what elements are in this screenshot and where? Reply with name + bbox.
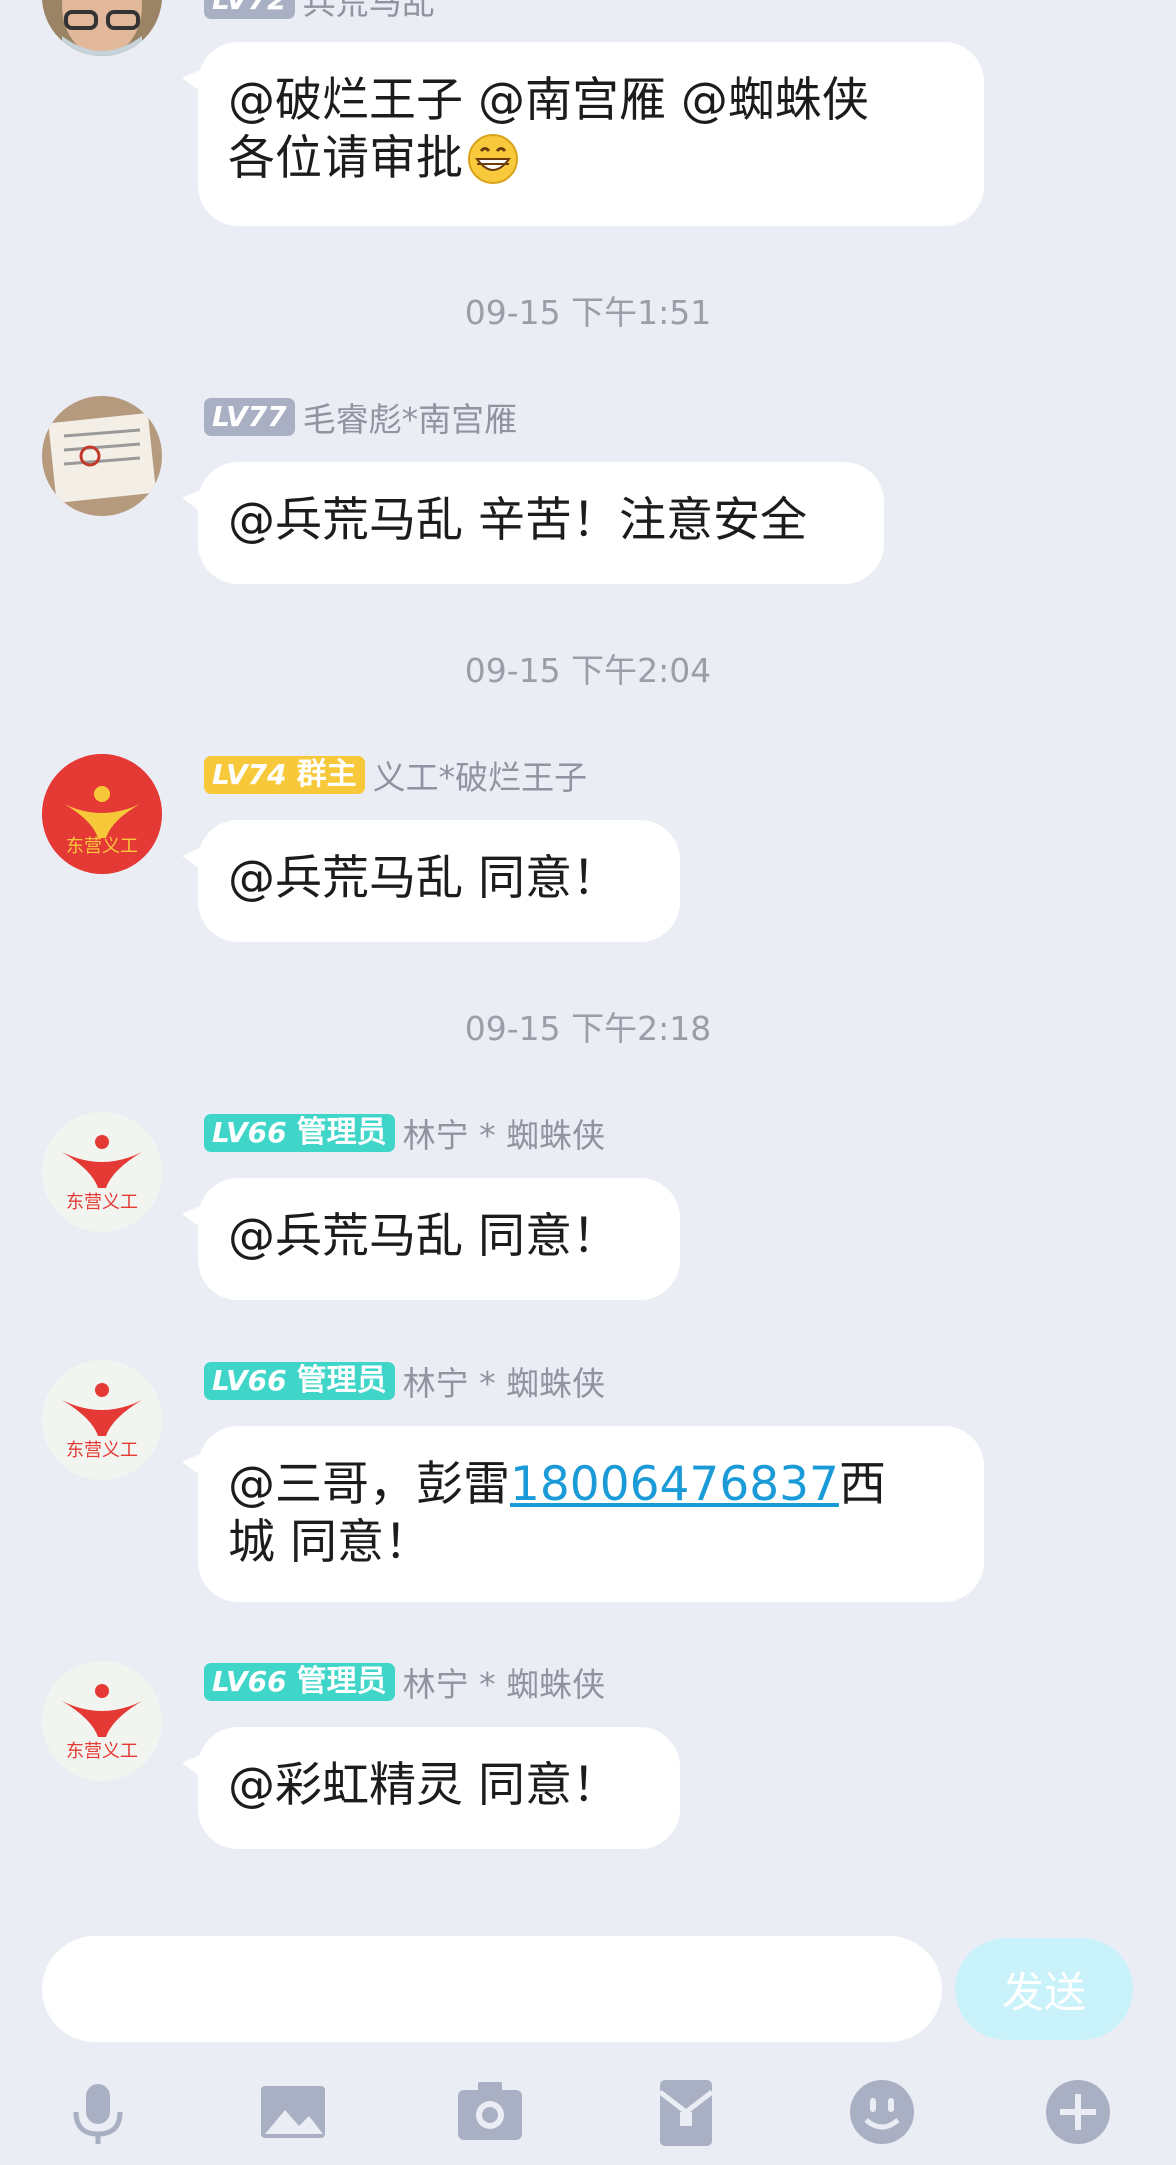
level-text: LV66 <box>212 1116 287 1149</box>
camera-icon[interactable] <box>450 2072 530 2152</box>
level-badge: LV77 <box>204 398 295 436</box>
sender-name[interactable]: 林宁 * 蜘蛛侠 <box>403 1658 605 1706</box>
message-meta: LV66 管理员 林宁 * 蜘蛛侠 <box>204 1359 605 1403</box>
message-bubble[interactable]: @破烂王子 @南宫雁 @蜘蛛侠 各位请审批 <box>182 42 984 226</box>
emoji-icon[interactable] <box>842 2072 922 2152</box>
level-badge: LV66 管理员 <box>204 1362 395 1400</box>
plus-icon[interactable] <box>1038 2072 1118 2152</box>
timestamp: 09-15 下午1:51 <box>464 293 712 332</box>
grinning-face-icon <box>467 133 519 185</box>
send-button[interactable]: 发送 <box>955 1938 1133 2040</box>
sender-name[interactable]: 林宁 * 蜘蛛侠 <box>403 1357 605 1405</box>
level-badge: LV66 管理员 <box>204 1114 395 1152</box>
avatar-nangongyan[interactable] <box>42 396 162 516</box>
level-badge: LV74 群主 <box>204 756 365 794</box>
avatar-logo-text: 东营义工 <box>66 836 138 857</box>
avatar-zhizhuxia[interactable]: 东营义工 <box>42 1661 162 1781</box>
level-badge: LV72 <box>204 0 295 19</box>
message-meta: LV74 群主 义工*破烂王子 <box>204 753 587 797</box>
message-meta: LV66 管理员 林宁 * 蜘蛛侠 <box>204 1660 605 1704</box>
message-text: @兵荒马乱 辛苦！注意安全 <box>228 493 807 548</box>
message-input[interactable] <box>42 1936 942 2042</box>
level-text: LV66 <box>212 1364 287 1397</box>
timestamp: 09-15 下午2:04 <box>464 651 712 690</box>
timestamp: 09-15 下午2:18 <box>464 1009 712 1048</box>
sender-name[interactable]: 林宁 * 蜘蛛侠 <box>403 1109 605 1157</box>
avatar-zhizhuxia[interactable]: 东营义工 <box>42 1112 162 1232</box>
avatar-bingmang[interactable] <box>42 0 162 56</box>
message-text-line1: @破烂王子 @南宫雁 @蜘蛛侠 <box>228 73 869 128</box>
message-text: @兵荒马乱 同意！ <box>228 1209 619 1264</box>
role-badge: 管理员 <box>296 1664 387 1699</box>
message-meta: LV72 兵荒马乱 <box>204 0 435 22</box>
role-badge: 群主 <box>296 757 357 792</box>
image-icon[interactable] <box>253 2072 333 2152</box>
message-meta: LV77 毛睿彪*南宫雁 <box>204 395 517 439</box>
message-bubble[interactable]: @兵荒马乱 同意！ <box>182 820 680 942</box>
message-meta: LV66 管理员 林宁 * 蜘蛛侠 <box>204 1111 605 1155</box>
avatar-logo-text: 东营义工 <box>66 1440 138 1461</box>
avatar-logo-text: 东营义工 <box>66 1741 138 1762</box>
message-bubble[interactable]: @三哥，彭雷18006476837西 城 同意！ <box>182 1426 984 1602</box>
role-badge: 管理员 <box>296 1115 387 1150</box>
input-toolbar <box>0 2060 1176 2165</box>
chat-message-list[interactable]: LV72 兵荒马乱 @破烂王子 @南宫雁 @蜘蛛侠 各位请审批 09-15 下午… <box>0 0 1176 1920</box>
avatar-zhizhuxia[interactable]: 东营义工 <box>42 1360 162 1480</box>
sender-name[interactable]: 义工*破烂王子 <box>373 751 588 799</box>
message-text-before: @三哥，彭雷 <box>228 1457 510 1512</box>
role-badge: 管理员 <box>296 1363 387 1398</box>
avatar-logo-text: 东营义工 <box>66 1192 138 1213</box>
message-text: @兵荒马乱 同意！ <box>228 851 619 906</box>
message-bubble[interactable]: @彩虹精灵 同意！ <box>182 1727 680 1849</box>
message-text-line2: 城 同意！ <box>228 1515 431 1570</box>
sender-name[interactable]: 毛睿彪*南宫雁 <box>303 393 518 441</box>
sender-name[interactable]: 兵荒马乱 <box>303 0 435 24</box>
message-text-after: 西 <box>838 1457 886 1512</box>
red-packet-icon[interactable] <box>646 2072 726 2152</box>
phone-link[interactable]: 18006476837 <box>510 1457 839 1512</box>
level-text: LV66 <box>212 1665 287 1698</box>
avatar-polan-wangzi[interactable]: 东营义工 <box>42 754 162 874</box>
microphone-icon[interactable] <box>58 2072 138 2152</box>
message-bubble[interactable]: @兵荒马乱 辛苦！注意安全 <box>182 462 884 584</box>
message-text-line2: 各位请审批 <box>228 131 463 186</box>
message-bubble[interactable]: @兵荒马乱 同意！ <box>182 1178 680 1300</box>
level-badge: LV66 管理员 <box>204 1663 395 1701</box>
message-text: @彩虹精灵 同意！ <box>228 1758 619 1813</box>
level-text: LV74 <box>212 758 287 791</box>
